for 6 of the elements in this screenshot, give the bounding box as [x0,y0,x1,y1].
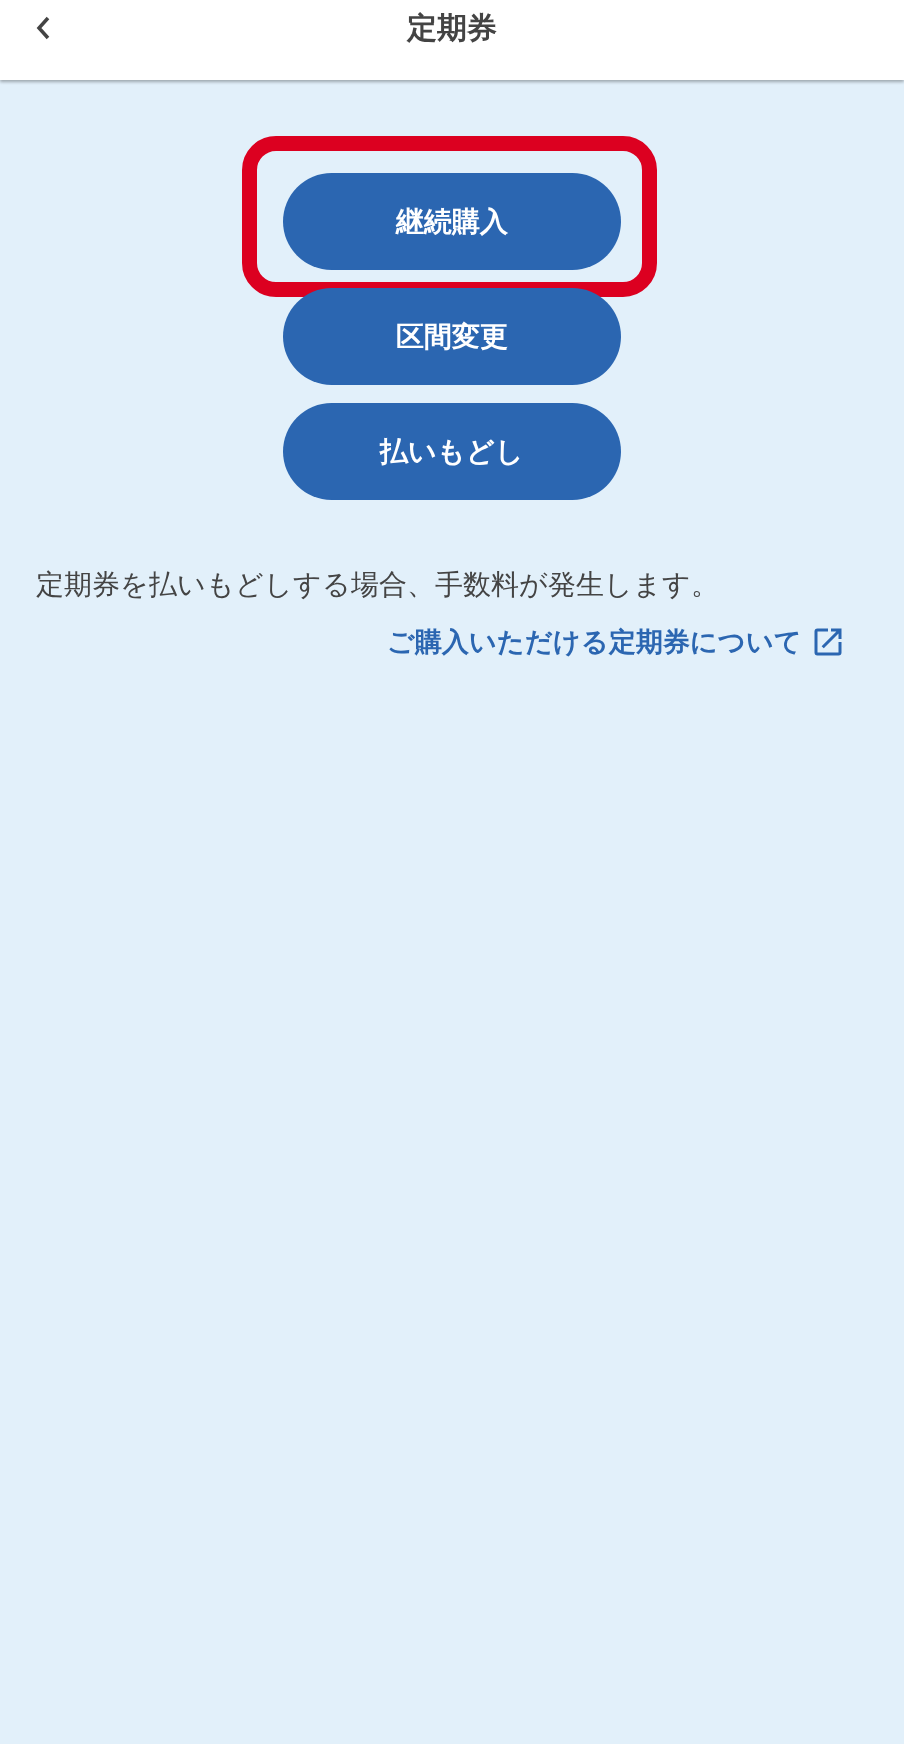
page-title: 定期券 [407,8,497,47]
info-link[interactable]: ご購入いただける定期券について [387,624,846,660]
fee-notice: 定期券を払いもどしする場合、手数料が発生します。 [36,567,720,603]
menu-button[interactable]: 区間変更 [283,288,621,385]
menu-button[interactable]: 継続購入 [283,173,621,270]
menu-button[interactable]: 払いもどし [283,403,621,500]
